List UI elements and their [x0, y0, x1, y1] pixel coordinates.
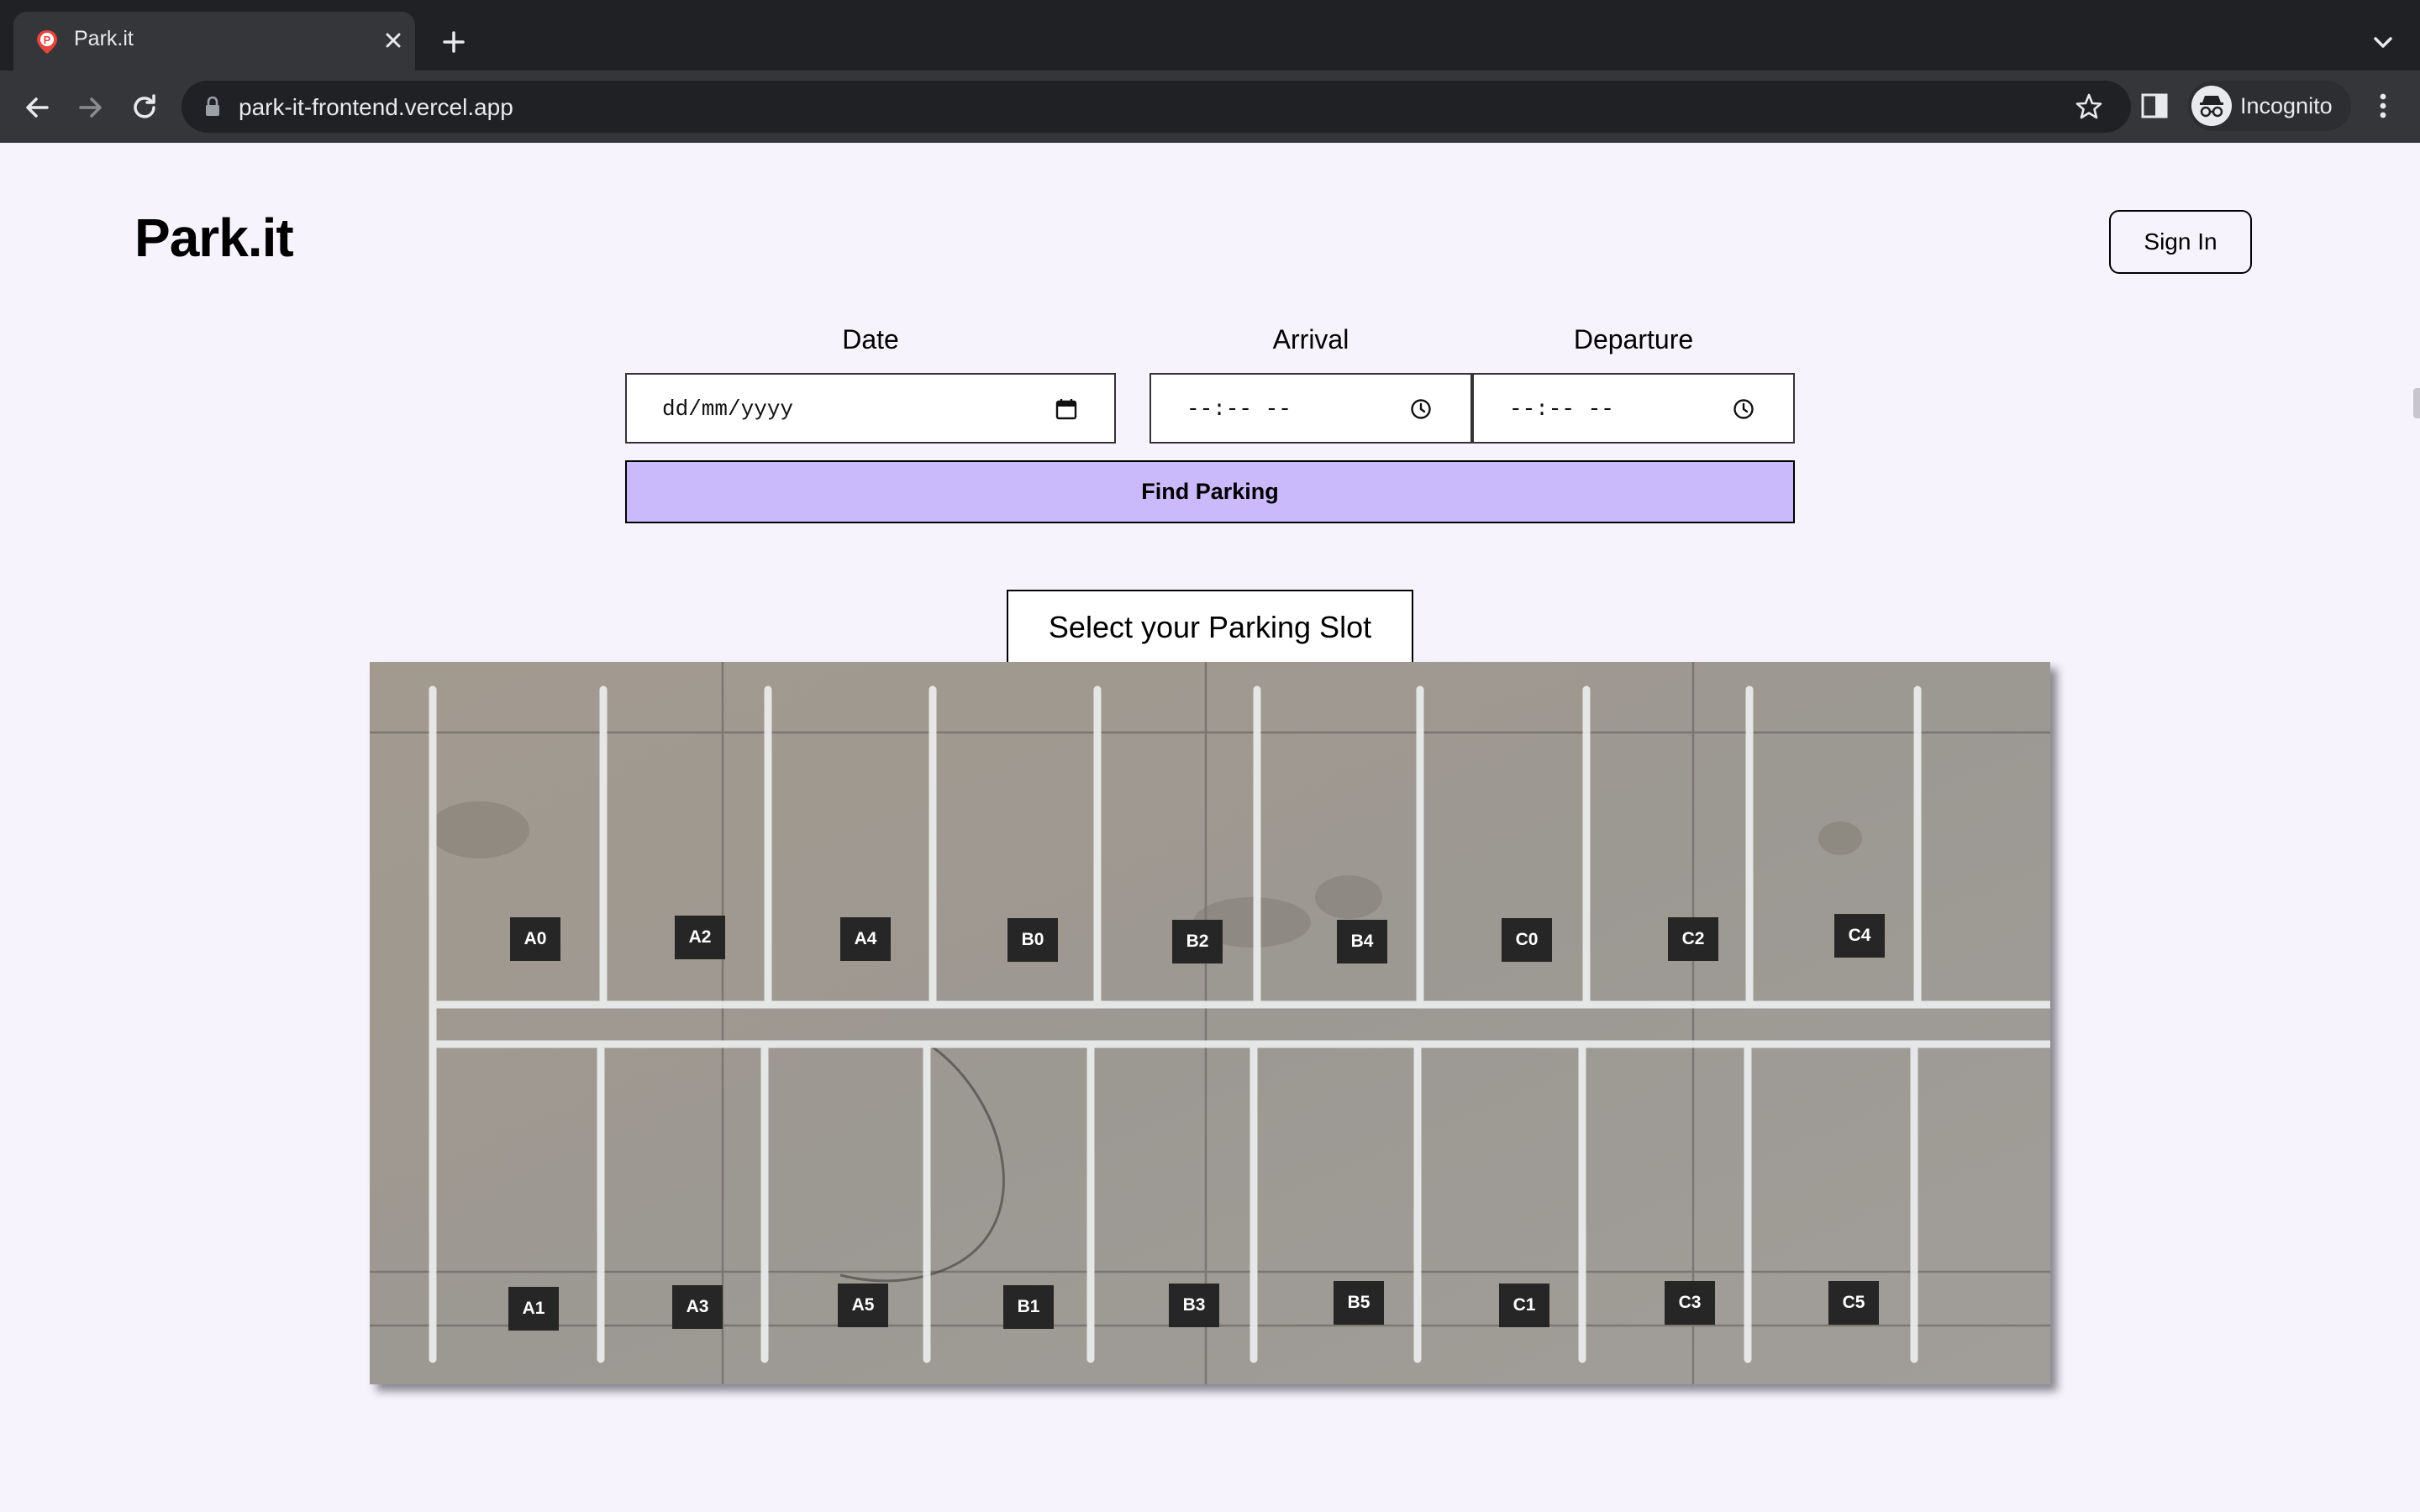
parking-slot-c2[interactable]: C2	[1668, 917, 1718, 961]
parking-slot-a2[interactable]: A2	[675, 916, 725, 959]
close-tab-icon[interactable]	[376, 24, 410, 57]
calendar-icon[interactable]	[1054, 396, 1079, 422]
parking-slot-a4[interactable]: A4	[840, 917, 891, 961]
departure-time-input[interactable]: --:-- --	[1472, 373, 1795, 444]
new-tab-icon[interactable]	[437, 25, 471, 59]
parking-slot-a3[interactable]: A3	[672, 1285, 723, 1329]
arrival-label: Arrival	[1272, 324, 1349, 354]
arrival-time-value: --:-- --	[1186, 396, 1292, 422]
parking-slot-c3[interactable]: C3	[1665, 1281, 1715, 1325]
url-text[interactable]: park-it-frontend.vercel.app	[239, 94, 513, 121]
parking-slot-a1[interactable]: A1	[508, 1287, 559, 1331]
find-parking-button[interactable]: Find Parking	[625, 460, 1795, 523]
tab-title: Park.it	[74, 27, 134, 50]
brand-logo[interactable]: Park.it	[134, 207, 294, 269]
reload-icon[interactable]	[126, 89, 163, 126]
page-scroll-indicator	[2413, 388, 2420, 418]
parking-slot-heading: Select your Parking Slot	[1007, 590, 1413, 664]
parking-lot-map: A0 A2 A4 B0 B2 B4 C0 C2 C4 A1 A3 A5 B1 B3 B5 C1 C3 C5	[370, 662, 2050, 1384]
incognito-profile-button[interactable]: Incognito	[2188, 81, 2351, 131]
lock-icon[interactable]	[202, 95, 224, 118]
parking-slot-b5[interactable]: B5	[1334, 1281, 1384, 1325]
parking-slot-b3[interactable]: B3	[1169, 1284, 1219, 1327]
clock-icon[interactable]	[1731, 396, 1756, 422]
side-panel-icon[interactable]	[2136, 87, 2173, 124]
svg-text:P: P	[44, 34, 51, 46]
arrival-time-input[interactable]: --:-- --	[1150, 373, 1472, 444]
parking-slot-b1[interactable]: B1	[1003, 1285, 1054, 1329]
parking-slot-a0[interactable]: A0	[510, 917, 560, 961]
parking-slot-a5[interactable]: A5	[838, 1284, 888, 1327]
incognito-icon	[2191, 86, 2232, 126]
parking-slot-c4[interactable]: C4	[1834, 914, 1885, 958]
date-label: Date	[842, 324, 899, 354]
parking-slot-b0[interactable]: B0	[1007, 918, 1058, 962]
browser-tab[interactable]: P Park.it	[13, 12, 415, 71]
parking-slot-c0[interactable]: C0	[1502, 918, 1552, 962]
tab-search-chevron-icon[interactable]	[2366, 25, 2400, 59]
park-it-favicon-icon: P	[37, 30, 57, 54]
parking-slot-b2[interactable]: B2	[1172, 920, 1223, 963]
date-input-value: dd/mm/yyyy	[662, 396, 794, 422]
back-arrow-icon[interactable]	[18, 89, 55, 126]
clock-icon[interactable]	[1408, 396, 1434, 422]
browser-menu-icon[interactable]	[2366, 87, 2400, 124]
browser-tab-strip: P Park.it	[0, 0, 2420, 71]
parking-slot-b4[interactable]: B4	[1337, 920, 1387, 963]
parking-lot-aerial-image	[370, 662, 2050, 1384]
sign-in-button[interactable]: Sign In	[2109, 210, 2252, 274]
address-bar[interactable]: park-it-frontend.vercel.app	[182, 81, 2131, 133]
incognito-label: Incognito	[2240, 93, 2333, 118]
departure-time-value: --:-- --	[1509, 396, 1614, 422]
browser-toolbar: park-it-frontend.vercel.app Incognito	[0, 71, 2420, 143]
departure-label: Departure	[1573, 324, 1694, 354]
parking-slot-heading-text: Select your Parking Slot	[1048, 610, 1372, 644]
parking-slot-c5[interactable]: C5	[1828, 1281, 1879, 1325]
date-input[interactable]: dd/mm/yyyy	[625, 373, 1116, 444]
parking-slot-c1[interactable]: C1	[1499, 1284, 1549, 1327]
forward-arrow-icon[interactable]	[72, 89, 109, 126]
bookmark-star-icon[interactable]	[2074, 92, 2104, 122]
